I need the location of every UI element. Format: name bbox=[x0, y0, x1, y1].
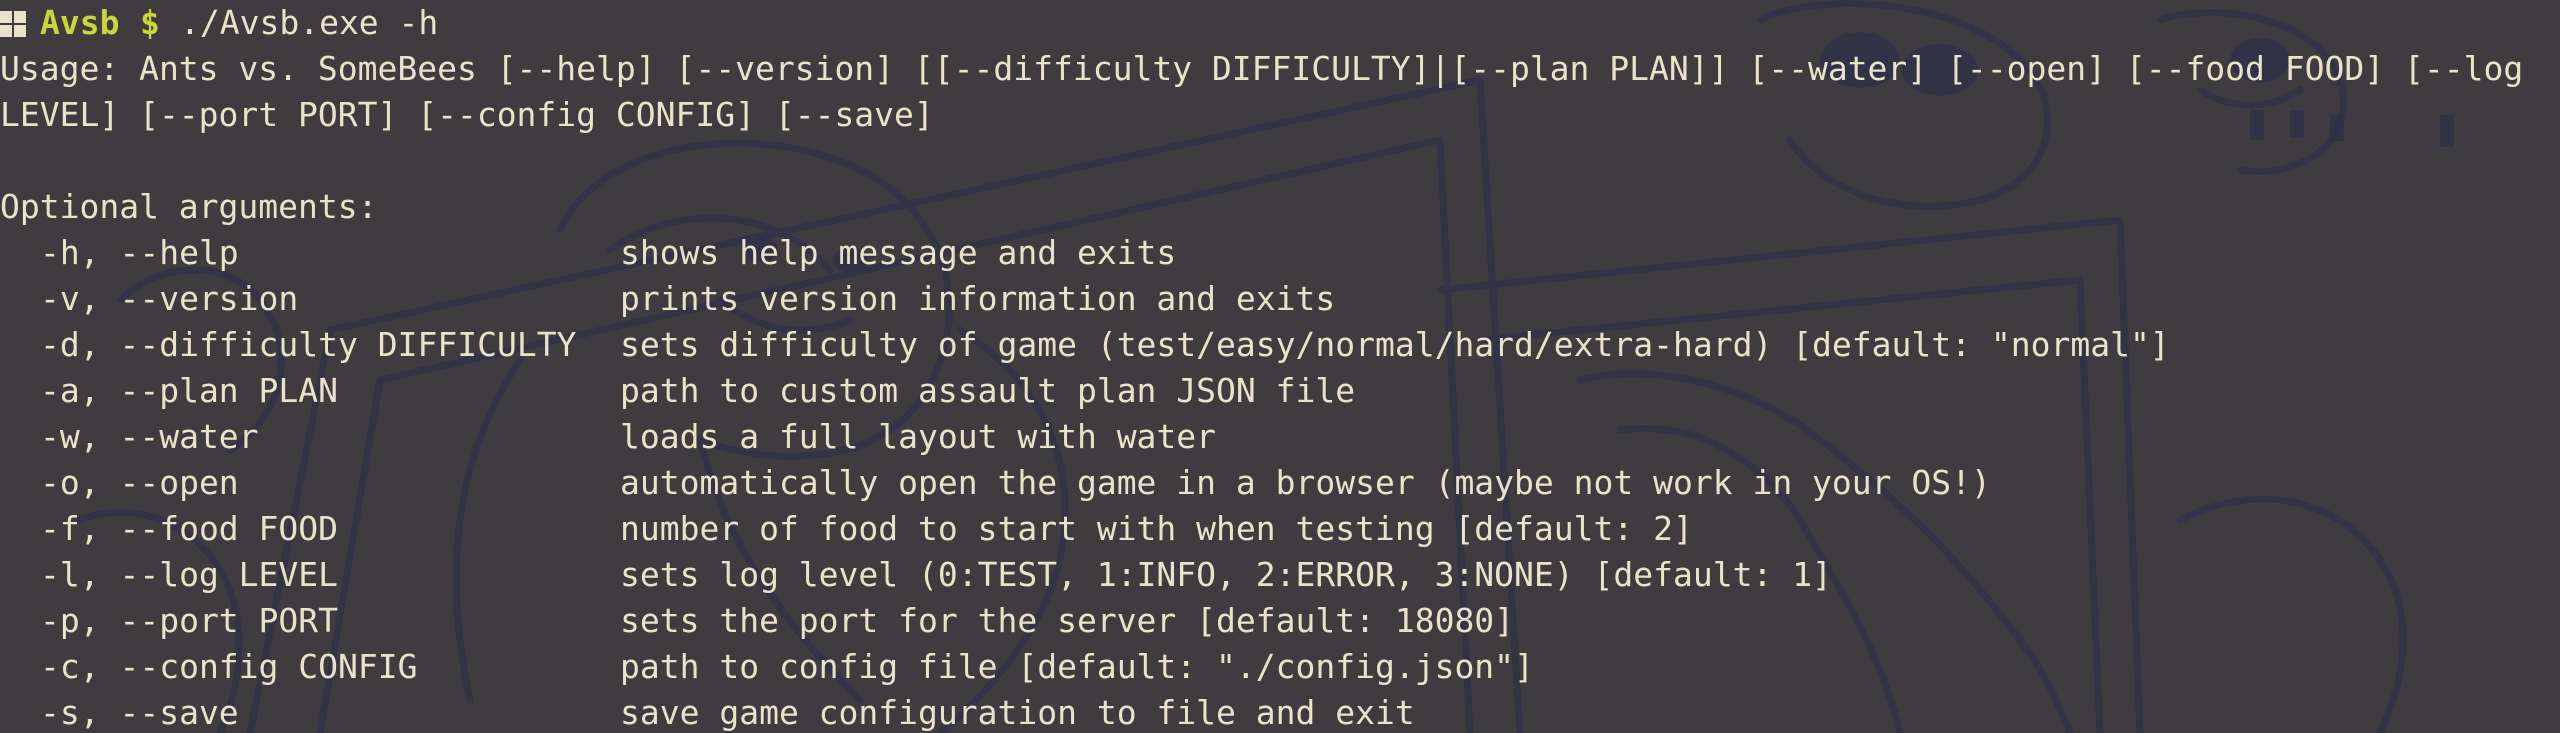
option-row-version: -v, --version prints version information… bbox=[0, 276, 1335, 322]
option-row-water: -w, --water loads a full layout with wat… bbox=[0, 414, 1216, 460]
prompt-symbol: $ bbox=[140, 3, 160, 42]
option-row-port: -p, --port PORT sets the port for the se… bbox=[0, 598, 1514, 644]
option-row-log: -l, --log LEVEL sets log level (0:TEST, … bbox=[0, 552, 1832, 598]
option-flag: -w, --water bbox=[40, 417, 259, 456]
usage-line-1: Usage: Ants vs. SomeBees [--help] [--ver… bbox=[0, 49, 2524, 88]
option-flag: -a, --plan PLAN bbox=[40, 371, 339, 410]
prompt-line: Avsb $ ./Avsb.exe -h bbox=[0, 0, 438, 46]
option-flag: -c, --config CONFIG bbox=[40, 647, 418, 686]
option-description: sets log level (0:TEST, 1:INFO, 2:ERROR,… bbox=[620, 555, 1832, 594]
option-row-help: -h, --help shows help message and exits bbox=[0, 230, 1176, 276]
option-description: sets difficulty of game (test/easy/norma… bbox=[620, 325, 2170, 364]
option-description: save game configuration to file and exit bbox=[620, 693, 1415, 732]
option-row-config: -c, --config CONFIG path to config file … bbox=[0, 644, 1534, 690]
option-description: sets the port for the server [default: 1… bbox=[620, 601, 1515, 640]
option-description: number of food to start with when testin… bbox=[620, 509, 1693, 548]
option-description: prints version information and exits bbox=[620, 279, 1336, 318]
option-description: path to config file [default: "./config.… bbox=[620, 647, 1534, 686]
option-description: automatically open the game in a browser… bbox=[620, 463, 1991, 502]
option-row-difficulty: -d, --difficulty DIFFICULTY sets difficu… bbox=[0, 322, 2170, 368]
option-row-food: -f, --food FOOD number of food to start … bbox=[0, 506, 1693, 552]
option-row-save: -s, --save save game configuration to fi… bbox=[0, 690, 1415, 733]
option-description: loads a full layout with water bbox=[620, 417, 1217, 456]
terminal-window[interactable]: Avsb $ ./Avsb.exe -h Usage: Ants vs. Som… bbox=[0, 0, 2560, 733]
option-flag: -d, --difficulty DIFFICULTY bbox=[40, 325, 577, 364]
command-text: ./Avsb.exe -h bbox=[180, 3, 439, 42]
option-row-plan: -a, --plan PLAN path to custom assault p… bbox=[0, 368, 1355, 414]
option-flag: -l, --log LEVEL bbox=[40, 555, 339, 594]
option-description: path to custom assault plan JSON file bbox=[620, 371, 1356, 410]
windows-icon bbox=[0, 11, 26, 37]
option-flag: -p, --port PORT bbox=[40, 601, 339, 640]
option-flag: -f, --food FOOD bbox=[40, 509, 339, 548]
option-row-open: -o, --open automatically open the game i… bbox=[0, 460, 1991, 506]
option-flag: -o, --open bbox=[40, 463, 239, 502]
option-flag: -h, --help bbox=[40, 233, 239, 272]
option-flag: -v, --version bbox=[40, 279, 299, 318]
usage-line-2: LEVEL] [--port PORT] [--config CONFIG] [… bbox=[0, 95, 934, 134]
prompt-user: Avsb bbox=[40, 3, 120, 42]
option-flag: -s, --save bbox=[40, 693, 239, 732]
option-description: shows help message and exits bbox=[620, 233, 1177, 272]
optional-arguments-heading: Optional arguments: bbox=[0, 187, 378, 226]
